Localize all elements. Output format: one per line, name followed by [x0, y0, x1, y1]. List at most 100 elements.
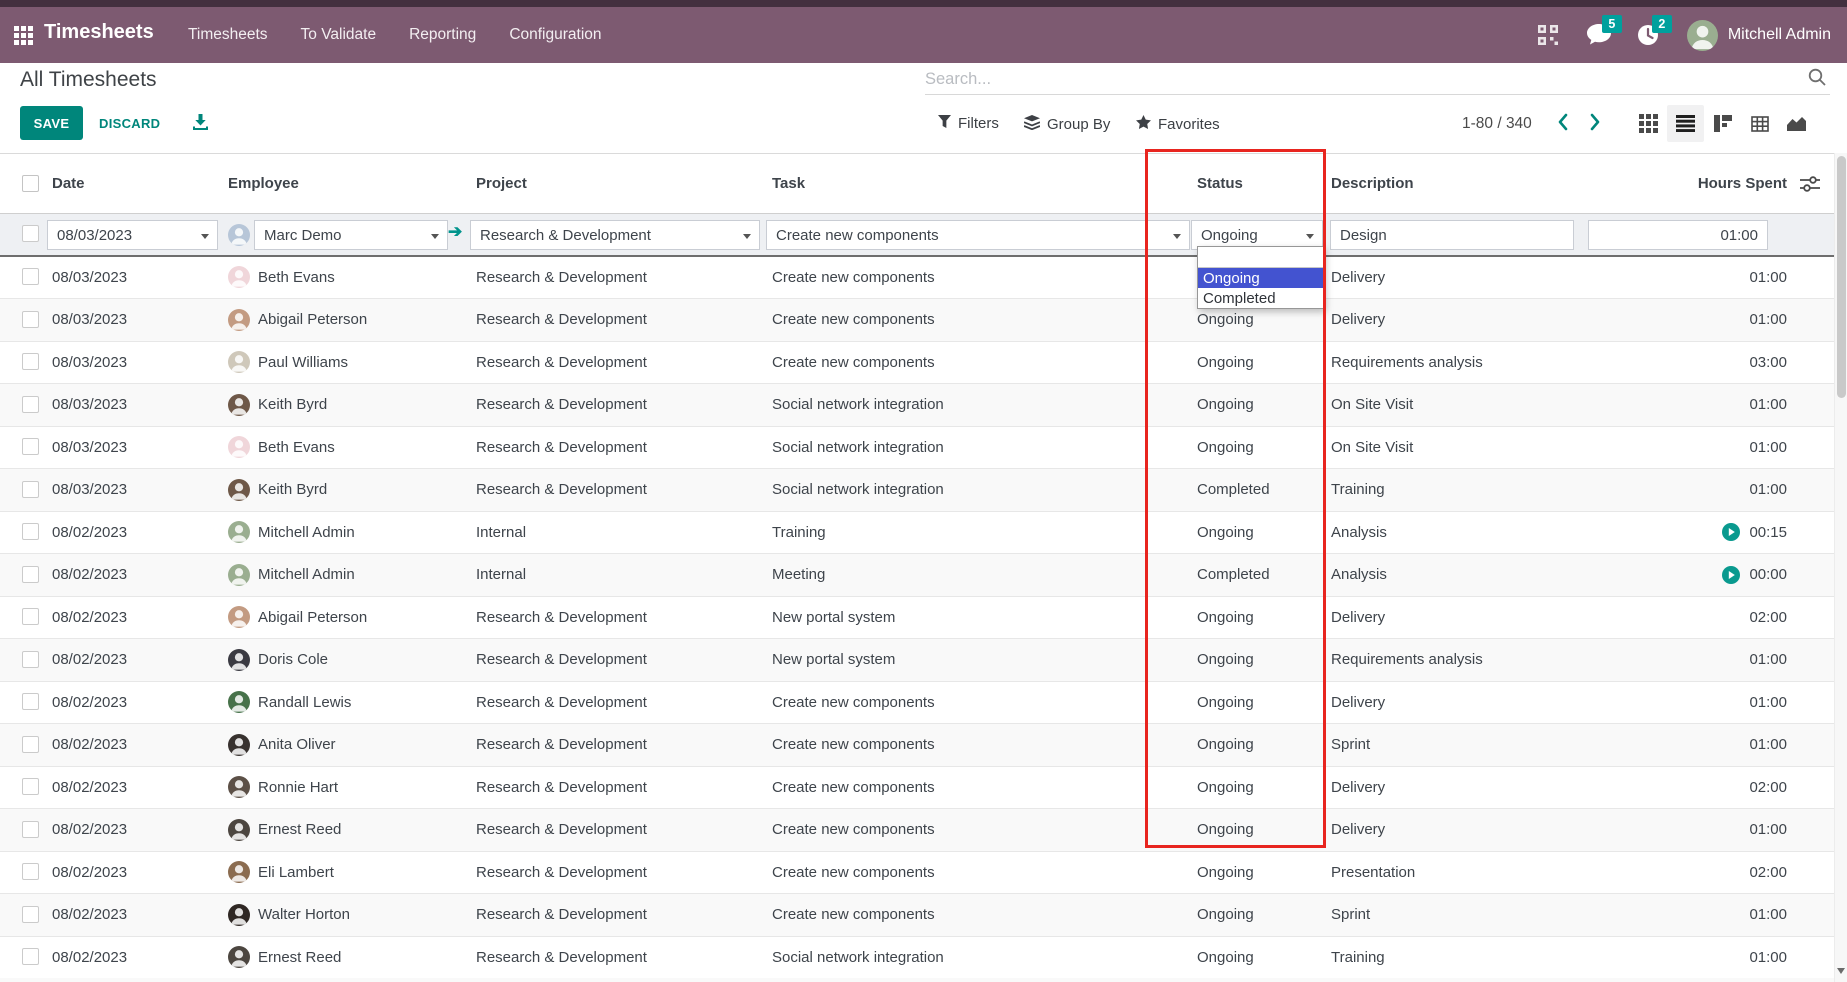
- group-by-button[interactable]: Group By: [1024, 115, 1110, 134]
- row-checkbox[interactable]: [22, 651, 39, 668]
- select-all-checkbox[interactable]: [22, 175, 39, 192]
- row-checkbox[interactable]: [22, 311, 39, 328]
- view-list-icon[interactable]: [1667, 105, 1704, 142]
- row-checkbox[interactable]: [22, 608, 39, 625]
- table-row[interactable]: 08/02/2023 Mitchell Admin Internal Meeti…: [0, 554, 1847, 597]
- nav-menu-item[interactable]: Configuration: [509, 26, 601, 44]
- export-download-icon[interactable]: [192, 114, 209, 136]
- search-input[interactable]: [925, 66, 1795, 92]
- table-row[interactable]: 08/02/2023 Doris Cole Research & Develop…: [0, 639, 1847, 682]
- column-header-project[interactable]: Project: [476, 154, 761, 213]
- row-checkbox[interactable]: [22, 396, 39, 413]
- row-checkbox[interactable]: [22, 906, 39, 923]
- table-row[interactable]: 08/02/2023 Ernest Reed Research & Develo…: [0, 809, 1847, 852]
- column-header-date[interactable]: Date: [52, 154, 217, 213]
- cell-employee: Beth Evans: [228, 427, 463, 469]
- table-row[interactable]: 08/03/2023 Beth Evans Research & Develop…: [0, 257, 1847, 300]
- scrollbar-thumb[interactable]: [1837, 156, 1846, 398]
- column-header-description[interactable]: Description: [1331, 154, 1581, 213]
- internal-link-arrow-icon[interactable]: ➔: [448, 222, 462, 242]
- row-checkbox[interactable]: [22, 268, 39, 285]
- optional-columns-icon[interactable]: [1800, 176, 1820, 196]
- activities-clock-icon[interactable]: 2: [1637, 24, 1661, 46]
- status-option-empty[interactable]: [1198, 247, 1323, 268]
- apps-menu-icon[interactable]: [14, 26, 33, 45]
- view-kanban-icon[interactable]: [1630, 105, 1667, 142]
- task-field[interactable]: Create new components: [766, 220, 1190, 250]
- row-checkbox[interactable]: [22, 693, 39, 710]
- dropdown-caret-icon[interactable]: [201, 234, 209, 239]
- table-row[interactable]: 08/03/2023 Keith Byrd Research & Develop…: [0, 384, 1847, 427]
- column-header-status[interactable]: Status: [1197, 154, 1315, 213]
- view-pivot-icon[interactable]: [1741, 105, 1778, 142]
- cell-description: Requirements analysis: [1331, 639, 1581, 681]
- user-menu[interactable]: Mitchell Admin: [1687, 20, 1831, 51]
- favorites-button[interactable]: Favorites: [1136, 115, 1220, 133]
- search-icon[interactable]: [1808, 68, 1826, 91]
- cell-employee: Mitchell Admin: [228, 554, 463, 596]
- dropdown-caret-icon[interactable]: [431, 234, 439, 239]
- nav-menu-item[interactable]: Reporting: [409, 26, 476, 44]
- table-row[interactable]: 08/02/2023 Ronnie Hart Research & Develo…: [0, 767, 1847, 810]
- pager-previous-icon[interactable]: [1556, 113, 1570, 136]
- pager-next-icon[interactable]: [1588, 113, 1602, 136]
- cell-hours: 01:00: [1567, 937, 1787, 979]
- messages-icon[interactable]: 5: [1587, 24, 1611, 46]
- row-checkbox[interactable]: [22, 821, 39, 838]
- employee-name: Keith Byrd: [258, 481, 327, 498]
- description-field[interactable]: Design: [1330, 220, 1574, 250]
- cell-task: Create new components: [772, 809, 1172, 851]
- dropdown-caret-icon[interactable]: [1173, 234, 1181, 239]
- row-checkbox[interactable]: [22, 566, 39, 583]
- status-option-ongoing[interactable]: Ongoing: [1198, 268, 1323, 288]
- app-name[interactable]: Timesheets: [44, 21, 154, 44]
- table-row[interactable]: 08/03/2023 Abigail Peterson Research & D…: [0, 299, 1847, 342]
- column-header-employee[interactable]: Employee: [228, 154, 463, 213]
- table-row-editing[interactable]: 08/03/2023 Marc Demo ➔ Research & Develo…: [0, 214, 1847, 257]
- row-checkbox[interactable]: [22, 438, 39, 455]
- project-field[interactable]: Research & Development: [470, 220, 760, 250]
- view-gantt-icon[interactable]: [1704, 105, 1741, 142]
- discard-button[interactable]: DISCARD: [99, 106, 160, 140]
- table-row[interactable]: 08/02/2023 Mitchell Admin Internal Train…: [0, 512, 1847, 555]
- date-field[interactable]: 08/03/2023: [47, 220, 218, 250]
- row-checkbox[interactable]: [22, 863, 39, 880]
- timer-play-icon[interactable]: [1722, 523, 1740, 541]
- dropdown-caret-icon[interactable]: [743, 234, 751, 239]
- row-checkbox[interactable]: [22, 225, 39, 242]
- qr-grid-icon[interactable]: [1537, 24, 1561, 46]
- row-checkbox[interactable]: [22, 948, 39, 965]
- status-option-completed[interactable]: Completed: [1198, 288, 1323, 308]
- table-row[interactable]: 08/02/2023 Eli Lambert Research & Develo…: [0, 852, 1847, 895]
- filter-funnel-icon: [938, 115, 951, 132]
- table-row[interactable]: 08/03/2023 Paul Williams Research & Deve…: [0, 342, 1847, 385]
- row-checkbox[interactable]: [22, 778, 39, 795]
- scrollbar-down-arrow-icon[interactable]: [1837, 968, 1845, 974]
- filters-button[interactable]: Filters: [938, 115, 999, 132]
- row-checkbox[interactable]: [22, 523, 39, 540]
- table-row[interactable]: 08/02/2023 Abigail Peterson Research & D…: [0, 597, 1847, 640]
- column-header-task[interactable]: Task: [772, 154, 1172, 213]
- table-row[interactable]: 08/02/2023 Walter Horton Research & Deve…: [0, 894, 1847, 937]
- timer-play-icon[interactable]: [1722, 566, 1740, 584]
- table-row[interactable]: 08/03/2023 Keith Byrd Research & Develop…: [0, 469, 1847, 512]
- nav-menu-item[interactable]: To Validate: [301, 26, 377, 44]
- row-checkbox[interactable]: [22, 481, 39, 498]
- save-button[interactable]: SAVE: [20, 106, 83, 140]
- row-checkbox[interactable]: [22, 736, 39, 753]
- pager-value[interactable]: 1-80 / 340: [1462, 115, 1532, 133]
- table-row[interactable]: 08/02/2023 Ernest Reed Research & Develo…: [0, 937, 1847, 980]
- view-graph-icon[interactable]: [1778, 105, 1815, 142]
- row-checkbox[interactable]: [22, 353, 39, 370]
- column-header-hours-spent[interactable]: Hours Spent: [1567, 154, 1787, 213]
- nav-menu-item[interactable]: Timesheets: [188, 26, 268, 44]
- cell-description: Analysis: [1331, 554, 1581, 596]
- cell-task: Social network integration: [772, 427, 1172, 469]
- employee-name: Abigail Peterson: [258, 609, 367, 626]
- cell-hours: 03:00: [1567, 342, 1787, 384]
- table-row[interactable]: 08/02/2023 Randall Lewis Research & Deve…: [0, 682, 1847, 725]
- employee-field[interactable]: Marc Demo: [254, 220, 448, 250]
- table-row[interactable]: 08/03/2023 Beth Evans Research & Develop…: [0, 427, 1847, 470]
- table-row[interactable]: 08/02/2023 Anita Oliver Research & Devel…: [0, 724, 1847, 767]
- hours-field[interactable]: 01:00: [1588, 220, 1768, 250]
